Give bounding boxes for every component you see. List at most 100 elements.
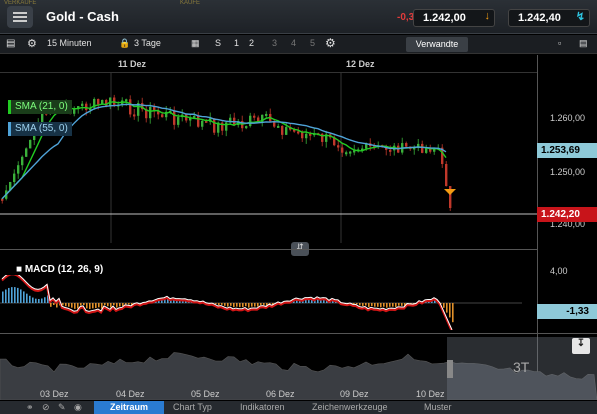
tab-muster[interactable]: Muster: [424, 402, 452, 412]
macd-bar: [392, 303, 394, 307]
macd-bar: [11, 287, 13, 303]
macd-bar: [365, 303, 367, 306]
macd-line: [1, 275, 453, 330]
bottom-toolbar: ⚭ ⊘ ✎ ◉ Zeitraum Chart Typ Indikatoren Z…: [0, 401, 597, 414]
tab-indikatoren[interactable]: Indikatoren: [240, 402, 285, 412]
gear-icon[interactable]: ⚙: [325, 36, 336, 50]
macd-bar: [233, 303, 235, 308]
macd-bar: [239, 303, 241, 308]
sell-price-button[interactable]: 1.242,00 ↓: [413, 9, 495, 27]
macd-label-text: MACD (12, 26, 9): [24, 264, 104, 275]
navigator-left-handle[interactable]: [447, 360, 453, 378]
macd-bar: [362, 303, 364, 306]
instrument-title: Gold - Cash: [46, 9, 119, 24]
nav-date-10: 10 Dez: [416, 389, 445, 399]
macd-bar: [8, 287, 10, 303]
y-tick-1260: 1.260,00: [550, 113, 586, 123]
marker-icon: [444, 189, 456, 195]
macd-bar: [245, 303, 247, 307]
eye-icon[interactable]: ◉: [74, 402, 82, 413]
sell-price-value: 1.242,00: [423, 12, 466, 24]
macd-bar: [95, 303, 97, 309]
macd-bar: [215, 303, 217, 305]
macd-bar: [263, 303, 265, 305]
macd-bar: [125, 303, 127, 305]
macd-chart[interactable]: [0, 275, 537, 330]
magnet-icon[interactable]: ⚭: [26, 402, 34, 413]
macd-bar: [77, 303, 79, 309]
macd-bar: [20, 289, 22, 303]
macd-bar: [218, 303, 220, 306]
date-label-12-dez: 12 Dez: [346, 59, 375, 69]
macd-bar: [110, 303, 112, 308]
download-icon[interactable]: ↧: [572, 338, 590, 354]
down-arrow-icon: ↓: [484, 10, 491, 22]
range-select[interactable]: 3 Tage: [134, 38, 161, 48]
tab-zeichenwerkzeuge[interactable]: Zeichenwerkzeuge: [312, 402, 388, 412]
window-icon[interactable]: ▤: [579, 38, 588, 49]
macd-bar: [221, 303, 223, 305]
macd-bar: [32, 297, 34, 303]
macd-bar: [389, 303, 391, 307]
macd-bar: [260, 303, 262, 306]
macd-signal-line: [1, 275, 453, 330]
macd-bar: [74, 303, 76, 309]
toolbar-button-5[interactable]: 5: [310, 38, 315, 48]
macd-bar: [17, 287, 19, 303]
nav-date-03: 03 Dez: [40, 389, 69, 399]
macd-bar: [53, 303, 55, 306]
header-bar: VERKAUFE KAUFE Gold - Cash -0,35% 1.242,…: [0, 0, 597, 34]
buy-price-value: 1.242,40: [518, 12, 561, 24]
macd-bar: [386, 303, 388, 308]
macd-bar: [398, 303, 400, 306]
toolbar-button-4[interactable]: 4: [291, 38, 296, 48]
macd-value-tag: -1,33: [537, 304, 597, 319]
nav-date-04: 04 Dez: [116, 389, 145, 399]
macd-bar: [26, 293, 28, 303]
macd-bar: [374, 303, 376, 307]
lock-icon[interactable]: 🔒: [119, 38, 130, 49]
settings-icon[interactable]: ⚙: [27, 37, 37, 50]
macd-bar: [35, 298, 37, 303]
macd-bar: [443, 303, 445, 308]
calendar-icon[interactable]: ▦: [191, 38, 200, 49]
macd-bar: [236, 303, 238, 307]
sma55-line: [1, 103, 447, 200]
macd-bar: [452, 303, 454, 323]
macd-bar: [230, 303, 232, 306]
legend-sma21[interactable]: SMA (21, 0): [8, 100, 72, 114]
macd-bar: [248, 303, 250, 308]
pane-divider: [0, 249, 537, 250]
toolbar-button-2[interactable]: 2: [249, 38, 254, 48]
tab-chart-typ[interactable]: Chart Typ: [173, 402, 212, 412]
related-button[interactable]: Verwandte: [406, 37, 468, 52]
interval-select[interactable]: 15 Minuten: [47, 38, 92, 48]
macd-legend[interactable]: ■ MACD (12, 26, 9): [16, 264, 103, 275]
pen-icon[interactable]: ✎: [58, 402, 66, 413]
macd-bar: [116, 303, 118, 308]
no-draw-icon[interactable]: ⊘: [42, 402, 50, 413]
nav-date-06: 06 Dez: [266, 389, 295, 399]
macd-bar: [71, 303, 73, 308]
tab-zeitraum[interactable]: Zeitraum: [94, 401, 164, 414]
macd-bar: [224, 303, 226, 306]
macd-bar: [383, 303, 385, 307]
toolbar-button-s[interactable]: S: [215, 38, 221, 48]
macd-bar: [377, 303, 379, 307]
menu-icon[interactable]: [7, 6, 33, 28]
legend-sma55[interactable]: SMA (55, 0): [8, 122, 72, 136]
macd-bar: [395, 303, 397, 307]
toolbar-button-1[interactable]: 1: [234, 38, 239, 48]
macd-bar: [119, 303, 121, 307]
sma21-line: [1, 101, 447, 200]
minimize-icon[interactable]: ▫: [558, 38, 561, 48]
macd-bar: [44, 297, 46, 303]
macd-bar: [104, 303, 106, 306]
macd-bar: [80, 303, 82, 306]
toggle-icon[interactable]: ▤: [6, 38, 15, 49]
buy-price-button[interactable]: 1.242,40 ↯: [508, 9, 590, 27]
macd-bar: [251, 303, 253, 307]
toolbar-button-3[interactable]: 3: [272, 38, 277, 48]
current-price-tag: 1.242,20: [537, 207, 597, 222]
main-price-chart[interactable]: [0, 73, 537, 243]
